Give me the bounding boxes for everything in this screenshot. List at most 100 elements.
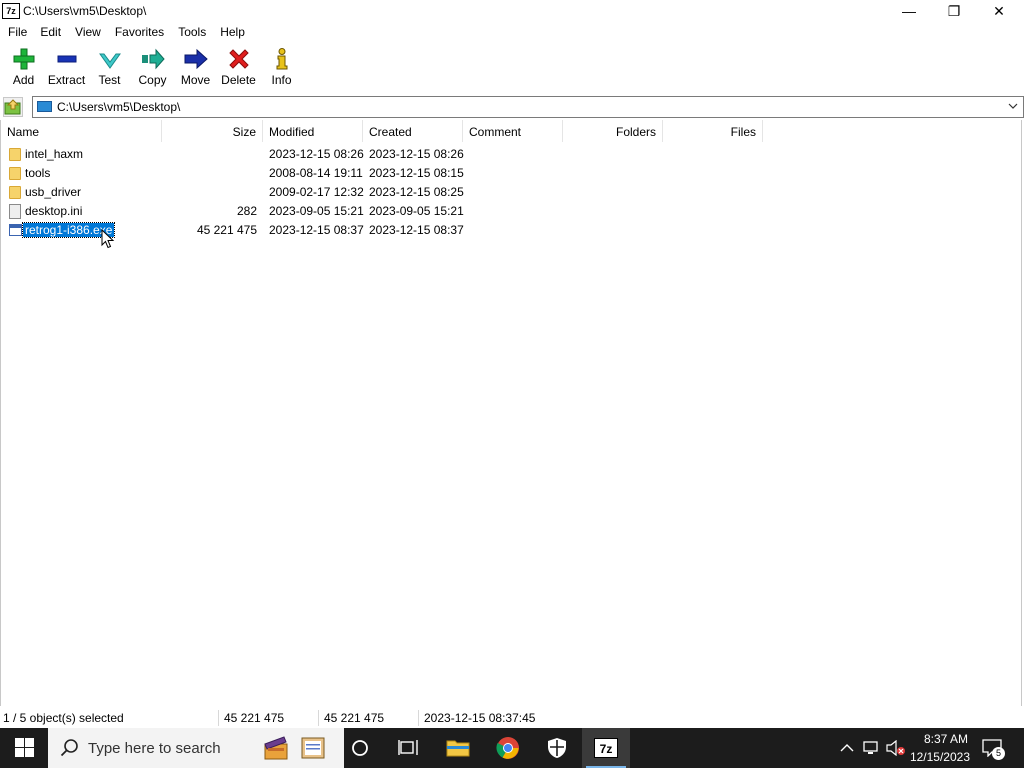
info-label: Info — [271, 73, 292, 87]
item-size: 45 221 475 — [196, 223, 257, 237]
clock-date[interactable]: 12/15/2023 — [910, 750, 970, 764]
address-path[interactable]: C:\Users\vm5\Desktop\ — [57, 100, 180, 114]
clapper-app-icon[interactable] — [262, 734, 290, 762]
item-modified: 2023-12-15 08:37 — [269, 223, 364, 237]
7zip-icon: 7z — [594, 738, 618, 758]
chevron-down-icon[interactable] — [1007, 99, 1019, 116]
action-center-button[interactable]: 5 — [982, 737, 1005, 760]
menu-file[interactable]: File — [8, 23, 27, 42]
status-packed-size: 45 221 475 — [324, 711, 385, 725]
menu-favorites[interactable]: Favorites — [115, 23, 164, 42]
menu-edit[interactable]: Edit — [40, 23, 61, 42]
file-explorer-button[interactable] — [434, 728, 482, 768]
add-label: Add — [12, 73, 35, 87]
folder-up-button[interactable] — [3, 97, 23, 117]
item-name: intel_haxm — [25, 147, 84, 161]
item-name: desktop.ini — [25, 204, 83, 218]
minimize-button[interactable]: — — [886, 0, 932, 23]
mouse-cursor-icon — [101, 229, 115, 249]
security-icon — [548, 738, 566, 758]
clock-time[interactable]: 8:37 AM — [924, 732, 968, 746]
item-size — [162, 183, 257, 202]
restore-button[interactable]: ❐ — [931, 0, 977, 23]
item-modified: 2009-02-17 12:32 — [269, 185, 364, 199]
network-icon[interactable] — [862, 740, 880, 756]
task-view-button[interactable] — [384, 728, 432, 768]
chevron-up-icon[interactable] — [840, 743, 854, 753]
status-divider — [418, 710, 419, 726]
toolbar: Add Extract Test Copy Move Delete Info — [0, 42, 1024, 94]
cortana-button[interactable] — [336, 728, 384, 768]
item-modified: 2023-09-05 15:21 — [269, 204, 364, 218]
copy-label: Copy — [138, 73, 167, 87]
minus-icon — [57, 55, 76, 63]
item-modified: 2023-12-15 08:26 — [269, 147, 364, 161]
column-files[interactable]: Files — [663, 120, 763, 142]
menu-tools[interactable]: Tools — [178, 23, 206, 42]
info-icon — [276, 48, 287, 70]
add-button[interactable]: Add — [2, 42, 45, 94]
test-label: Test — [98, 73, 121, 87]
column-header: Name Size Modified Created Comment Folde… — [1, 120, 1023, 142]
item-name: tools — [25, 166, 51, 180]
menu-view[interactable]: View — [75, 23, 101, 42]
computer-icon — [37, 101, 52, 112]
delete-button[interactable]: Delete — [217, 42, 260, 94]
file-list[interactable]: Name Size Modified Created Comment Folde… — [0, 120, 1022, 706]
menu-help[interactable]: Help — [220, 23, 245, 42]
extract-label: Extract — [47, 73, 86, 87]
list-item-selected[interactable]: retrog1-i386.exe 45 221 475 2023-12-15 0… — [1, 221, 1023, 240]
address-bar[interactable]: C:\Users\vm5\Desktop\ — [32, 96, 1024, 118]
search-icon — [60, 739, 78, 757]
title-bar[interactable]: 7z C:\Users\vm5\Desktop\ — ❐ ✕ — [0, 0, 1024, 23]
list-item[interactable]: tools 2008-08-14 19:11 2023-12-15 08:15 — [1, 164, 1023, 183]
column-created[interactable]: Created — [363, 120, 463, 142]
column-folders[interactable]: Folders — [563, 120, 663, 142]
item-created: 2023-12-15 08:37 — [369, 223, 464, 237]
check-icon — [98, 53, 121, 69]
list-item[interactable]: usb_driver 2009-02-17 12:32 2023-12-15 0… — [1, 183, 1023, 202]
delete-x-icon — [228, 49, 249, 69]
taskbar-search-box[interactable]: Type here to search — [48, 728, 344, 768]
7zip-taskbar-button[interactable]: 7z — [582, 728, 630, 768]
notification-badge: 5 — [992, 747, 1005, 760]
list-item[interactable]: desktop.ini 282 2023-09-05 15:21 2023-09… — [1, 202, 1023, 221]
7zip-app-icon: 7z — [2, 3, 20, 19]
volume-muted-icon[interactable] — [886, 740, 906, 756]
list-item[interactable]: intel_haxm 2023-12-15 08:26 2023-12-15 0… — [1, 145, 1023, 164]
exe-file-icon — [9, 224, 22, 236]
start-button[interactable] — [0, 728, 48, 768]
status-divider — [218, 710, 219, 726]
item-modified: 2008-08-14 19:11 — [269, 166, 363, 180]
status-divider — [318, 710, 319, 726]
column-size[interactable]: Size — [162, 120, 263, 142]
copy-button[interactable]: Copy — [131, 42, 174, 94]
copy-arrow-icon — [141, 48, 165, 70]
column-name[interactable]: Name — [1, 120, 162, 142]
plus-icon — [13, 48, 34, 70]
move-button[interactable]: Move — [174, 42, 217, 94]
task-view-icon — [398, 740, 418, 755]
status-size: 45 221 475 — [224, 711, 285, 725]
extract-button[interactable]: Extract — [45, 42, 88, 94]
item-size: 282 — [236, 204, 257, 218]
column-modified[interactable]: Modified — [263, 120, 363, 142]
test-button[interactable]: Test — [88, 42, 131, 94]
cortana-icon — [352, 740, 368, 756]
column-comment[interactable]: Comment — [463, 120, 563, 142]
close-button[interactable]: ✕ — [976, 0, 1022, 23]
security-button[interactable] — [533, 728, 581, 768]
settings-file-icon — [9, 204, 21, 219]
item-created: 2023-12-15 08:15 — [369, 166, 464, 180]
item-created: 2023-12-15 08:25 — [369, 185, 464, 199]
status-bar: 1 / 5 object(s) selected 45 221 475 45 2… — [0, 708, 1024, 728]
delete-label: Delete — [221, 73, 256, 87]
chrome-button[interactable] — [484, 728, 532, 768]
status-selection: 1 / 5 object(s) selected — [3, 711, 124, 725]
folder-icon — [9, 167, 21, 180]
taskbar: Type here to search 7z 8:37 AM 12/15/202… — [0, 728, 1024, 768]
notepad-app-icon[interactable] — [300, 734, 328, 762]
folder-icon — [9, 186, 21, 199]
info-button[interactable]: Info — [260, 42, 303, 94]
folder-icon — [9, 148, 21, 161]
